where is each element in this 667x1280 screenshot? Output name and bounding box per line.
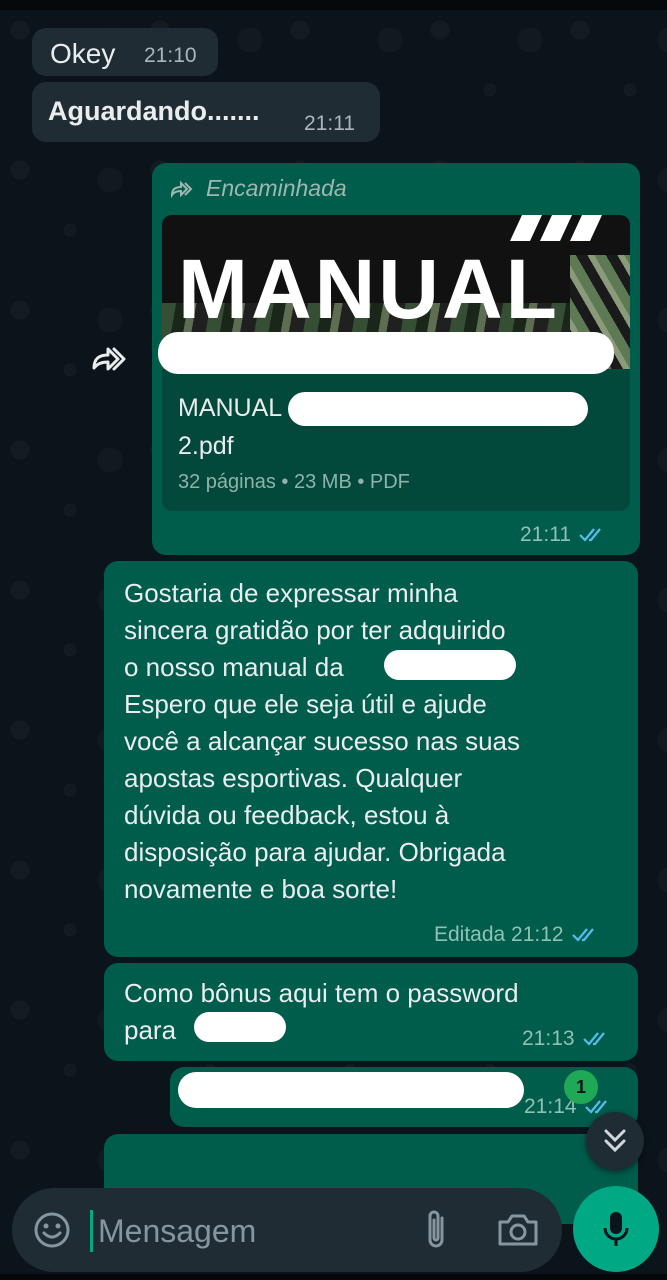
message-time: 21:11 — [304, 112, 355, 135]
message-composer — [12, 1188, 562, 1272]
redaction-mark — [384, 650, 516, 680]
unread-badge: 1 — [564, 1070, 598, 1104]
thumbnail-stripes — [510, 215, 602, 241]
emoji-icon[interactable] — [30, 1208, 74, 1252]
chevrons-down-icon — [604, 1129, 626, 1153]
top-strip — [0, 0, 667, 10]
redaction-mark — [158, 332, 614, 374]
bottom-strip — [0, 1274, 667, 1280]
microphone-button[interactable] — [573, 1186, 659, 1272]
microphone-icon — [603, 1212, 629, 1246]
document-file-name: MANUAL 2.pdf — [178, 389, 282, 465]
message-status: Editada 21:12 — [434, 923, 602, 947]
document-meta: 32 páginas • 23 MB • PDF — [178, 471, 410, 493]
outgoing-message[interactable]: Gostaria de expressar minha sincera grat… — [104, 561, 638, 957]
redaction-mark — [178, 1072, 524, 1108]
text-cursor — [90, 1210, 93, 1252]
forwarded-text: Encaminhada — [206, 175, 347, 201]
message-status: 21:13 — [522, 1027, 613, 1051]
double-check-icon — [582, 1032, 605, 1046]
outgoing-message[interactable]: Como bônus aqui tem o password para 21:1… — [104, 963, 638, 1061]
file-name-line: MANUAL — [178, 394, 283, 422]
message-time: 21:11 — [520, 523, 571, 546]
message-status: 21:11 — [520, 523, 609, 547]
message-text: Aguardando....... — [48, 96, 260, 126]
message-input[interactable] — [96, 1202, 400, 1260]
incoming-message[interactable]: Okey 21:10 — [32, 28, 218, 76]
redaction-mark — [194, 1012, 286, 1042]
double-check-icon — [571, 928, 594, 942]
message-time: 21:10 — [144, 44, 197, 67]
message-line: Como bônus aqui tem o password — [124, 978, 519, 1008]
paperclip-icon[interactable] — [416, 1206, 456, 1254]
forward-icon[interactable] — [86, 338, 130, 382]
forward-icon — [170, 180, 193, 198]
incoming-message[interactable]: Aguardando....... 21:11 — [32, 82, 380, 142]
thumbnail-title: MANUAL — [178, 242, 560, 336]
forwarded-label: Encaminhada — [170, 175, 347, 202]
message-text: Gostaria de expressar minha sincera grat… — [124, 578, 520, 904]
message-text: Okey — [50, 38, 116, 69]
message-time: 21:13 — [522, 1027, 575, 1050]
double-check-icon — [579, 528, 601, 542]
file-name-line: 2.pdf — [178, 432, 234, 460]
camera-icon[interactable] — [494, 1208, 542, 1252]
redaction-mark — [288, 392, 588, 426]
message-time: Editada 21:12 — [434, 923, 564, 946]
scroll-to-bottom-button[interactable] — [586, 1112, 644, 1170]
